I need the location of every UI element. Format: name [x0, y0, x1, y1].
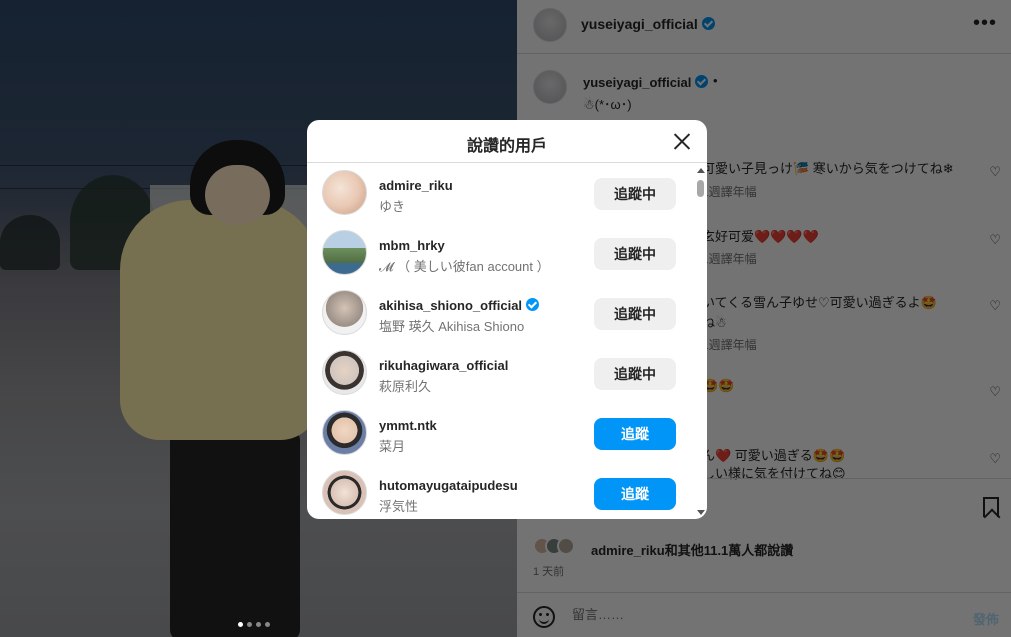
follow-button[interactable]: 追蹤 — [594, 478, 676, 510]
like-heart-icon[interactable]: ♡ — [989, 451, 1001, 467]
verified-badge-icon — [701, 17, 715, 30]
liker-name: 浮気性 — [379, 499, 419, 514]
likers-list[interactable]: admire_riku ゆき 追蹤中 mbm_hrky 𝓜 （ 美しい彼fan … — [307, 164, 693, 519]
liker-username[interactable]: rikuhagiwara_official — [379, 358, 508, 373]
carousel-dots — [238, 622, 270, 627]
like-heart-icon[interactable]: ♡ — [989, 232, 1001, 248]
avatar[interactable] — [322, 290, 367, 335]
avatar[interactable] — [322, 170, 367, 215]
carousel-dot[interactable] — [238, 622, 243, 627]
scrollbar-thumb[interactable] — [697, 180, 704, 197]
caption-username-text[interactable]: yuseiyagi_official — [583, 75, 691, 90]
likes-modal: 說讚的用戶 admire_riku ゆき 追蹤中 mbm_hrky 𝓜 （ 美し… — [307, 120, 707, 519]
scroll-down-arrow-icon[interactable] — [697, 510, 705, 515]
author-username-text[interactable]: yuseiyagi_official — [581, 16, 698, 32]
likes-summary[interactable]: admire_riku和其他11.1萬人都說讚 — [591, 540, 793, 559]
carousel-dot[interactable] — [247, 622, 252, 627]
caption-username[interactable]: yuseiyagi_official — [583, 75, 709, 90]
comment-input[interactable] — [572, 607, 932, 622]
caption-text: ☃(*･ω･) — [583, 97, 632, 112]
liker-name: 萩原利久 — [379, 379, 432, 394]
list-item: hutomayugataipudesu 浮気性 追蹤 — [307, 464, 693, 519]
carousel-dot[interactable] — [256, 622, 261, 627]
following-button[interactable]: 追蹤中 — [594, 178, 676, 210]
avatar[interactable] — [322, 230, 367, 275]
avatar[interactable] — [322, 470, 367, 515]
avatar[interactable] — [322, 350, 367, 395]
comment-bar: 發佈 — [517, 592, 1011, 637]
like-heart-icon[interactable]: ♡ — [989, 164, 1001, 180]
modal-title: 說讚的用戶 — [466, 138, 547, 155]
liker-name: 塩野 瑛久 Akihisa Shiono — [379, 319, 525, 334]
verified-badge-icon — [526, 298, 540, 311]
list-item: mbm_hrky 𝓜 （ 美しい彼fan account ） 追蹤中 — [307, 224, 693, 284]
modal-header: 說讚的用戶 — [307, 120, 707, 163]
comment-text: 可愛い子見っけ🎏 寒いから気をつけてね❄ — [702, 161, 954, 176]
bookmark-icon[interactable] — [983, 497, 999, 517]
following-button[interactable]: 追蹤中 — [594, 358, 676, 390]
avatar — [557, 537, 575, 555]
comment-meta[interactable]: 1週譯年幅 — [702, 336, 757, 353]
liker-username[interactable]: hutomayugataipudesu — [379, 478, 518, 493]
liker-username[interactable]: mbm_hrky — [379, 238, 445, 253]
list-item: admire_riku ゆき 追蹤中 — [307, 164, 693, 224]
list-item: rikuhagiwara_official 萩原利久 追蹤中 — [307, 344, 693, 404]
carousel-dot[interactable] — [265, 622, 270, 627]
comment-text: ん❤️ 可愛い過ぎる🤩🤩 — [702, 448, 846, 463]
more-options-icon[interactable]: ••• — [973, 12, 997, 35]
caption-avatar[interactable] — [533, 70, 567, 104]
follow-button[interactable]: 追蹤 — [594, 418, 676, 450]
liker-username-text[interactable]: akihisa_shiono_official — [379, 298, 522, 313]
comment-text: 玄好可爱❤️❤️❤️❤️ — [702, 229, 819, 244]
author-username[interactable]: yuseiyagi_official — [581, 16, 715, 32]
post-time[interactable]: 1 天前 — [533, 563, 564, 579]
liker-name: 菜月 — [379, 439, 406, 454]
liker-username[interactable]: akihisa_shiono_official — [379, 298, 540, 313]
likers-avatars — [533, 537, 575, 555]
avatar[interactable] — [322, 410, 367, 455]
liker-name: ゆき — [379, 199, 406, 214]
comment-meta[interactable]: 1週譯年幅 — [702, 250, 757, 267]
emoji-icon[interactable] — [533, 606, 555, 628]
author-avatar[interactable] — [533, 8, 567, 42]
list-item: ymmt.ntk 菜月 追蹤 — [307, 404, 693, 464]
post-header: yuseiyagi_official ••• — [517, 0, 1011, 54]
scroll-up-arrow-icon[interactable] — [697, 168, 705, 173]
following-button[interactable]: 追蹤中 — [594, 238, 676, 270]
post-comment-button[interactable]: 發佈 — [973, 609, 999, 628]
verified-badge-icon — [695, 75, 709, 88]
liker-name: 𝓜 （ 美しい彼fan account ） — [379, 259, 550, 274]
list-item: akihisa_shiono_official 塩野 瑛久 Akihisa Sh… — [307, 284, 693, 344]
close-icon[interactable] — [673, 132, 691, 150]
like-heart-icon[interactable]: ♡ — [989, 384, 1001, 400]
liker-username[interactable]: admire_riku — [379, 178, 453, 193]
scrollbar[interactable] — [693, 164, 707, 519]
like-heart-icon[interactable]: ♡ — [989, 298, 1001, 314]
comment-meta[interactable]: 1週譯年幅 — [702, 183, 757, 200]
caption-separator: • — [713, 73, 718, 88]
comment-text: いてくる雪ん子ゆせ♡可愛い過ぎるよ🤩 — [702, 295, 937, 310]
following-button[interactable]: 追蹤中 — [594, 298, 676, 330]
liker-username[interactable]: ymmt.ntk — [379, 418, 437, 433]
